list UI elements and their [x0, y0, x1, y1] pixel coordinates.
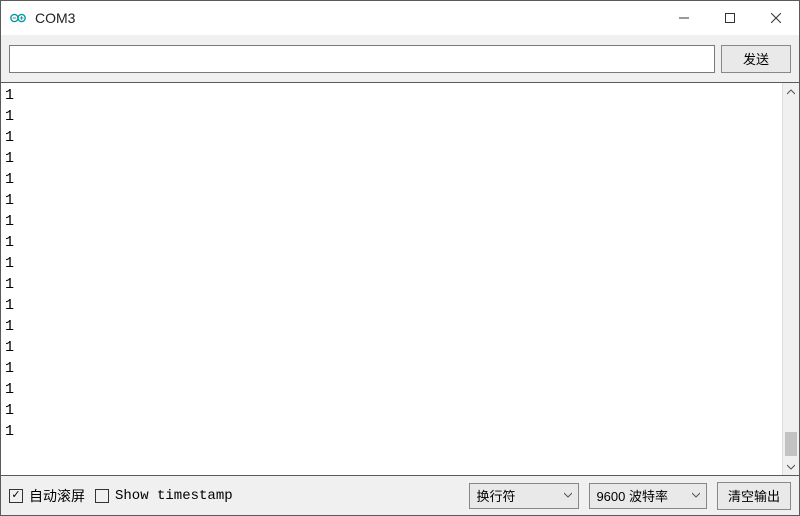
output-area: 1 1 1 1 1 1 1 1 1 1 1 1 1 1 1 1 1 [1, 83, 799, 475]
checkbox-icon [95, 489, 109, 503]
window-title: COM3 [35, 10, 75, 26]
timestamp-checkbox[interactable]: Show timestamp [95, 488, 233, 504]
line-ending-value: 换行符 [476, 486, 515, 505]
close-button[interactable] [753, 1, 799, 35]
arduino-icon [9, 9, 27, 27]
serial-output: 1 1 1 1 1 1 1 1 1 1 1 1 1 1 1 1 1 [1, 83, 782, 475]
chevron-down-icon [564, 490, 572, 501]
baud-rate-value: 9600 波特率 [596, 486, 668, 505]
baud-rate-select[interactable]: 9600 波特率 [589, 483, 707, 509]
scroll-up-icon[interactable] [783, 83, 799, 100]
autoscroll-label: 自动滚屏 [29, 486, 85, 506]
clear-output-button[interactable]: 清空输出 [717, 482, 791, 510]
chevron-down-icon [692, 490, 700, 501]
scroll-down-icon[interactable] [783, 458, 799, 475]
titlebar: COM3 [1, 1, 799, 35]
send-row: 发送 [1, 35, 799, 83]
window-controls [661, 1, 799, 35]
timestamp-label: Show timestamp [115, 488, 233, 504]
send-button[interactable]: 发送 [721, 45, 791, 73]
vertical-scrollbar[interactable] [782, 83, 799, 475]
bottom-bar: 自动滚屏 Show timestamp 换行符 9600 波特率 清空输出 [1, 475, 799, 515]
maximize-button[interactable] [707, 1, 753, 35]
autoscroll-checkbox[interactable]: 自动滚屏 [9, 486, 85, 506]
serial-input[interactable] [9, 45, 715, 73]
minimize-button[interactable] [661, 1, 707, 35]
checkbox-icon [9, 489, 23, 503]
line-ending-select[interactable]: 换行符 [469, 483, 579, 509]
scroll-thumb[interactable] [785, 432, 797, 456]
